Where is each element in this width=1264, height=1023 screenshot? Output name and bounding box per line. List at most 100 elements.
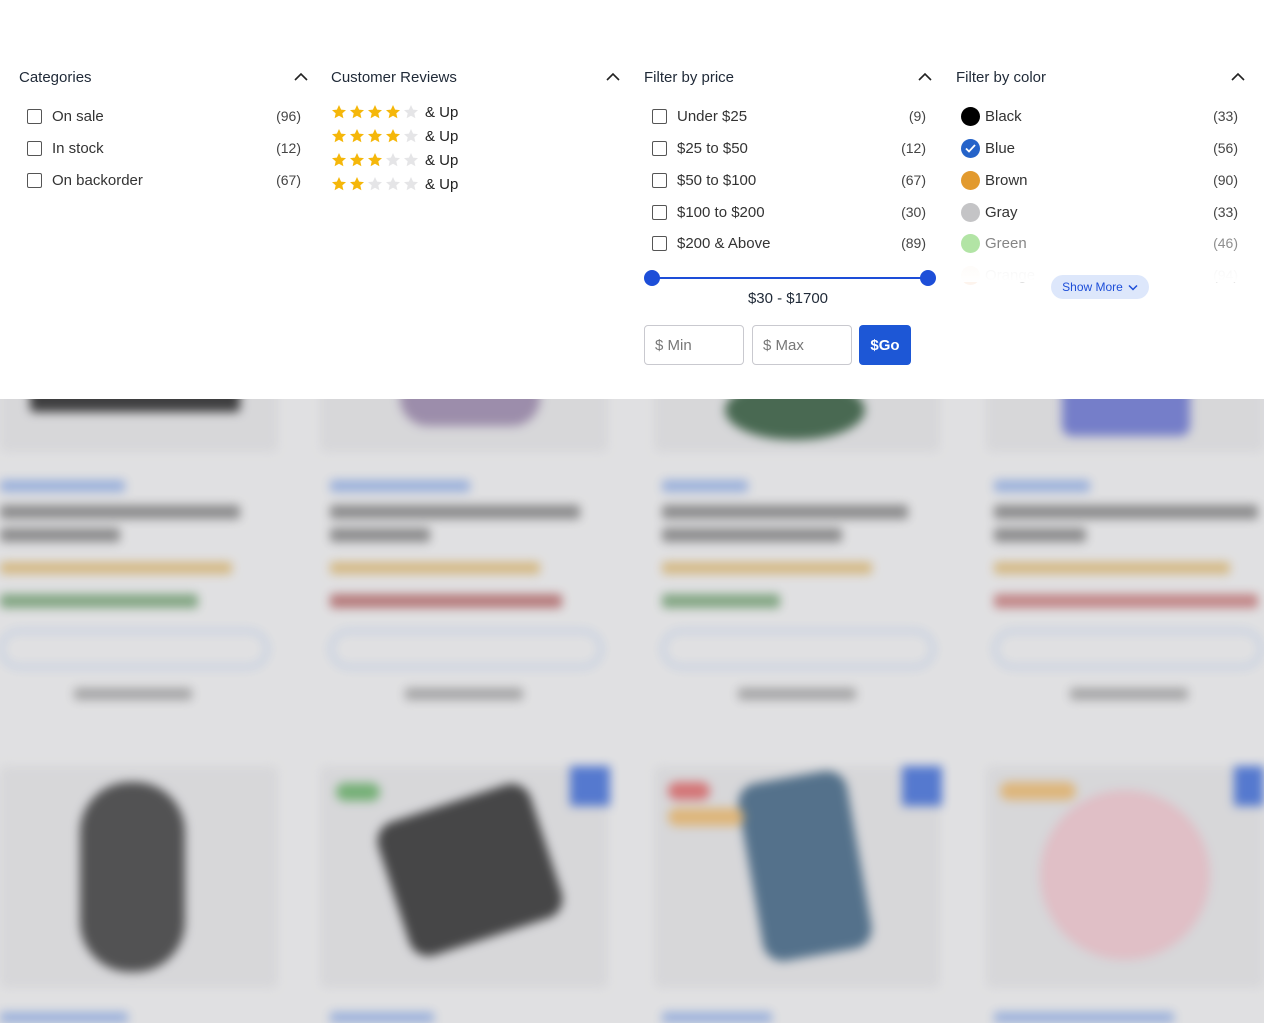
reviews-filter-title: Customer Reviews — [331, 69, 457, 86]
chevron-down-icon — [1128, 284, 1138, 291]
filter-option-in-stock[interactable]: In stock (12) — [27, 137, 301, 159]
chevron-up-icon[interactable] — [918, 72, 932, 82]
color-filter: Filter by color Black (33) Blue (56) Brown (9… — [956, 66, 1245, 285]
check-icon — [965, 143, 976, 153]
review-option-label: & Up — [425, 175, 459, 193]
review-option-label: & Up — [425, 151, 459, 169]
star-empty-icon — [404, 177, 418, 191]
reviews-filter-header[interactable]: Customer Reviews — [331, 66, 620, 90]
price-range-track[interactable] — [652, 277, 928, 279]
color-option-count: (46) — [1213, 235, 1238, 251]
color-option-label: Green — [985, 234, 1027, 252]
star-filled-icon — [368, 129, 382, 143]
review-option-label: & Up — [425, 127, 459, 145]
filter-option-label: On backorder — [52, 171, 143, 189]
checkbox[interactable] — [652, 204, 667, 220]
price-filter: Filter by price Under $25 (9) $25 to $50… — [644, 66, 932, 252]
show-more-label: Show More — [1062, 280, 1123, 294]
star-filled-icon — [386, 105, 400, 119]
star-filled-icon — [386, 129, 400, 143]
color-option-green[interactable]: Green (46) — [961, 232, 1238, 254]
price-option-label: $25 to $50 — [677, 139, 748, 157]
modal-backdrop[interactable] — [0, 300, 1264, 1023]
review-option-4-stars[interactable]: & Up — [331, 126, 458, 146]
color-option-count: (33) — [1213, 108, 1238, 124]
show-more-button[interactable]: Show More — [1051, 275, 1149, 299]
checkbox[interactable] — [652, 235, 667, 251]
categories-filter-title: Categories — [19, 69, 92, 86]
star-filled-icon — [332, 105, 346, 119]
price-range-value: $30 - $1700 — [747, 290, 829, 307]
go-button[interactable]: $Go — [859, 325, 911, 365]
color-swatch[interactable] — [961, 202, 980, 222]
filter-option-on-sale[interactable]: On sale (96) — [27, 105, 301, 127]
star-empty-icon — [404, 105, 418, 119]
categories-filter: Categories On sale (96) In stock (12) On… — [19, 66, 308, 189]
star-empty-icon — [368, 177, 382, 191]
reviews-filter: Customer Reviews & Up & Up & Up & Up — [331, 66, 620, 193]
color-option-count: (56) — [1213, 140, 1238, 156]
price-range-max-handle[interactable] — [920, 270, 936, 286]
price-option-count: (67) — [901, 172, 926, 188]
color-option-label: Gray — [985, 203, 1018, 221]
star-empty-icon — [404, 153, 418, 167]
checkbox[interactable] — [652, 108, 667, 124]
price-option-25-to-50[interactable]: $25 to $50 (12) — [652, 137, 926, 159]
checkbox[interactable] — [27, 108, 42, 124]
star-filled-icon — [350, 153, 364, 167]
filter-option-on-backorder[interactable]: On backorder (67) — [27, 169, 301, 191]
filter-option-label: In stock — [52, 139, 104, 157]
price-option-200-and-above[interactable]: $200 & Above (89) — [652, 232, 926, 254]
color-swatch[interactable] — [961, 106, 980, 126]
price-option-label: $100 to $200 — [677, 203, 765, 221]
price-filter-header[interactable]: Filter by price — [644, 66, 932, 90]
star-filled-icon — [368, 153, 382, 167]
color-option-black[interactable]: Black (33) — [961, 105, 1238, 127]
star-empty-icon — [386, 153, 400, 167]
price-option-under-25[interactable]: Under $25 (9) — [652, 105, 926, 127]
color-swatch[interactable] — [961, 233, 980, 253]
filter-panel: Categories On sale (96) In stock (12) On… — [0, 0, 1264, 399]
color-filter-header[interactable]: Filter by color — [956, 66, 1245, 90]
max-price-input[interactable] — [752, 325, 852, 365]
chevron-up-icon[interactable] — [294, 72, 308, 82]
star-filled-icon — [332, 177, 346, 191]
review-option-2-stars[interactable]: & Up — [331, 174, 458, 194]
review-option-3-stars[interactable]: & Up — [331, 150, 458, 170]
color-option-gray[interactable]: Gray (33) — [961, 201, 1238, 223]
star-empty-icon — [386, 177, 400, 191]
price-option-count: (30) — [901, 204, 926, 220]
filter-option-label: On sale — [52, 107, 104, 125]
price-option-label: $200 & Above — [677, 234, 771, 252]
price-option-50-to-100[interactable]: $50 to $100 (67) — [652, 169, 926, 191]
min-price-input[interactable] — [644, 325, 744, 365]
color-option-label: Blue — [985, 139, 1016, 157]
star-filled-icon — [350, 177, 364, 191]
color-swatch[interactable] — [961, 138, 980, 158]
price-range-min-handle[interactable] — [644, 270, 660, 286]
chevron-up-icon[interactable] — [1231, 72, 1245, 82]
chevron-up-icon[interactable] — [606, 72, 620, 82]
review-option-label: & Up — [425, 103, 459, 121]
checkbox[interactable] — [652, 172, 667, 188]
color-option-label: Brown — [985, 171, 1028, 189]
color-swatch[interactable] — [961, 170, 980, 190]
categories-filter-header[interactable]: Categories — [19, 66, 308, 90]
checkbox[interactable] — [652, 140, 667, 156]
color-option-count: (90) — [1213, 172, 1238, 188]
color-option-count: (33) — [1213, 204, 1238, 220]
star-filled-icon — [368, 105, 382, 119]
checkbox[interactable] — [27, 140, 42, 156]
star-filled-icon — [350, 129, 364, 143]
color-option-brown[interactable]: Brown (90) — [961, 169, 1238, 191]
review-option-4-stars[interactable]: & Up — [331, 102, 458, 122]
price-filter-title: Filter by price — [644, 69, 735, 86]
price-option-100-to-200[interactable]: $100 to $200 (30) — [652, 201, 926, 223]
color-option-blue[interactable]: Blue (56) — [961, 137, 1238, 159]
price-option-count: (89) — [901, 235, 926, 251]
checkbox[interactable] — [27, 172, 42, 188]
filter-option-count: (12) — [276, 140, 301, 156]
star-filled-icon — [350, 105, 364, 119]
color-option-label: Black — [985, 107, 1022, 125]
star-filled-icon — [332, 153, 346, 167]
